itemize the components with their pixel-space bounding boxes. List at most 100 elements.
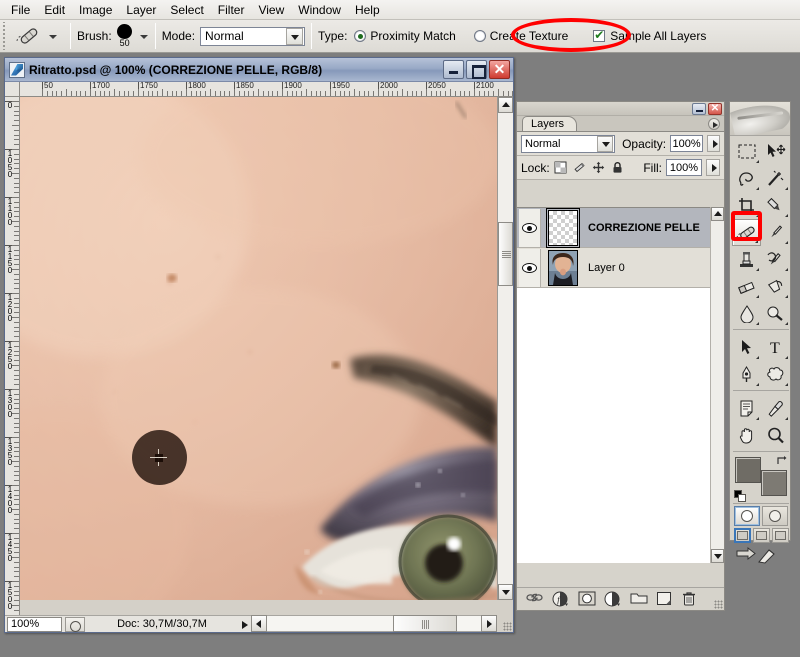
lock-transparent-pixels-icon[interactable] [554,161,567,174]
minimize-button[interactable] [443,60,464,79]
zoom-level-input[interactable]: 100% [7,617,62,632]
standard-mode-button[interactable] [734,506,760,526]
status-info-menu-button[interactable] [239,617,251,632]
default-colors-icon[interactable] [734,490,745,501]
menu-item-window[interactable]: Window [291,1,348,19]
scroll-left-button[interactable] [251,615,267,632]
blend-mode-select[interactable]: Normal [200,27,305,46]
tab-layers[interactable]: Layers [522,116,577,131]
type-tool[interactable]: T [761,334,790,361]
pen-tool[interactable] [732,361,761,388]
scroll-down-button[interactable] [711,549,724,563]
layer-thumbnail-transparent[interactable] [548,210,578,246]
scroll-right-button[interactable] [481,615,497,632]
document-title-bar[interactable]: Ritratto.psd @ 100% (CORREZIONE PELLE, R… [5,58,513,82]
spot-healing-brush-tool[interactable] [732,219,761,246]
layer-row-layer-0[interactable]: Layer 0 [517,248,724,288]
eraser-tool[interactable] [732,273,761,300]
radio-create-texture[interactable]: Create Texture [474,29,569,43]
scroll-down-button[interactable] [498,584,513,600]
brush-tool[interactable] [761,219,790,246]
menu-item-view[interactable]: View [251,1,291,19]
sample-all-layers-checkbox[interactable]: Sample All Layers [593,29,706,43]
menu-item-layer[interactable]: Layer [119,1,163,19]
layer-visibility-toggle[interactable] [519,209,541,247]
menu-item-edit[interactable]: Edit [37,1,72,19]
new-layer-icon[interactable] [656,591,673,607]
opacity-input[interactable]: 100% [670,135,703,152]
delete-layer-icon[interactable] [682,591,699,607]
layers-palette-title-bar[interactable] [517,102,724,116]
radio-proximity-match[interactable]: Proximity Match [354,29,455,43]
fill-input[interactable]: 100% [666,159,702,176]
quick-mask-mode-button[interactable] [762,506,788,526]
dodge-tool[interactable] [761,300,790,327]
layer-row-correzione-pelle[interactable]: CORREZIONE PELLE [517,208,724,248]
eyedropper-tool[interactable] [761,395,790,422]
move-tool[interactable] [761,138,790,165]
current-tool-preview[interactable] [13,22,64,50]
close-button[interactable] [489,60,510,79]
hand-tool[interactable] [732,422,761,449]
background-color-swatch[interactable] [761,470,787,496]
horizontal-ruler[interactable]: 50 1700 1750 1800 1850 1900 1950 2000 20… [20,82,513,97]
palette-menu-button[interactable] [708,118,720,130]
tool-preset-dropdown[interactable] [47,31,58,42]
menu-item-help[interactable]: Help [348,1,387,19]
fill-slider-button[interactable] [706,159,720,176]
marquee-tool[interactable] [732,138,761,165]
menu-item-image[interactable]: Image [72,1,119,19]
palette-close-button[interactable] [708,103,722,115]
notes-tool[interactable] [732,395,761,422]
layer-thumbnail-portrait[interactable] [548,250,578,286]
path-selection-tool[interactable] [732,334,761,361]
lock-image-pixels-icon[interactable] [573,161,586,174]
full-screen-menubar-button[interactable] [753,528,770,543]
window-resize-grip[interactable] [503,622,512,631]
full-screen-mode-button[interactable] [772,528,789,543]
canvas-vertical-scrollbar[interactable] [497,97,513,600]
layer-style-icon[interactable]: f [552,591,569,607]
opacity-slider-button[interactable] [707,135,720,152]
brush-preview[interactable]: 50 [112,24,138,48]
layer-list-scrollbar[interactable] [710,207,724,563]
new-group-icon[interactable] [630,591,647,607]
canvas-horizontal-scrollbar[interactable] [251,615,497,632]
palette-minimize-button[interactable] [692,103,706,115]
layer-list[interactable]: CORREZIONE PELLE [517,207,724,563]
lasso-tool[interactable] [732,165,761,192]
options-bar-gripper[interactable] [1,22,10,50]
brush-picker-dropdown[interactable] [138,31,149,42]
layer-blend-mode-select[interactable]: Normal [521,135,615,153]
zoom-tool[interactable] [761,422,790,449]
vertical-ruler[interactable]: 0 1050 1100 1150 1200 1250 1300 1350 140… [5,97,20,632]
shape-tool[interactable] [761,361,790,388]
clone-stamp-tool[interactable] [732,246,761,273]
menu-item-file[interactable]: File [4,1,37,19]
layer-visibility-toggle[interactable] [519,249,541,287]
ruler-corner[interactable] [5,82,20,97]
blur-tool[interactable] [732,300,761,327]
scroll-up-button[interactable] [498,97,513,113]
foreground-color-swatch[interactable] [735,457,761,483]
menu-item-filter[interactable]: Filter [211,1,252,19]
history-brush-tool[interactable] [761,246,790,273]
slice-tool[interactable] [761,192,790,219]
link-layers-icon[interactable] [526,591,543,607]
scroll-up-button[interactable] [711,207,724,221]
layer-mask-icon[interactable] [578,591,595,607]
paint-bucket-tool[interactable] [761,273,790,300]
tools-palette-header[interactable] [730,102,790,136]
horizontal-scroll-thumb[interactable] [393,615,457,632]
adjustment-layer-icon[interactable] [604,591,621,607]
menu-item-select[interactable]: Select [163,1,210,19]
crop-tool[interactable] [732,192,761,219]
proxy-preview-button[interactable] [65,617,85,632]
canvas-area[interactable] [20,97,497,600]
lock-all-icon[interactable] [611,161,624,174]
maximize-button[interactable] [466,60,487,79]
swap-colors-icon[interactable] [776,455,788,466]
vertical-scroll-thumb[interactable] [498,222,513,286]
lock-position-icon[interactable] [592,161,605,174]
edit-in-imageready-button[interactable] [735,546,761,566]
